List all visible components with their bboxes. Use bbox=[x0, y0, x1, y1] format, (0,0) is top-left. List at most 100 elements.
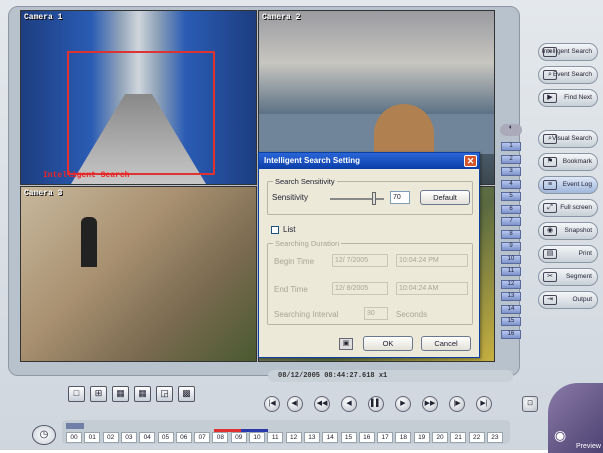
output-button[interactable]: ⇥ Output bbox=[538, 291, 598, 309]
interval-unit: Seconds bbox=[396, 310, 428, 319]
hour-label[interactable]: 11 bbox=[267, 432, 284, 443]
layout-6-button[interactable]: ◲ bbox=[156, 386, 173, 402]
camera-tab[interactable]: 10 bbox=[501, 254, 521, 264]
camera-select-icon[interactable]: ◐ bbox=[500, 124, 522, 136]
find-next-button[interactable]: ▶ Find Next bbox=[538, 89, 598, 107]
camera-tab[interactable]: 15 bbox=[501, 317, 521, 326]
camera-label: Camera 1 bbox=[24, 13, 63, 22]
hour-label[interactable]: 23 bbox=[486, 432, 503, 443]
segment-icon: ✂ bbox=[543, 272, 557, 282]
hour-label[interactable]: 17 bbox=[377, 432, 394, 443]
go-end-icon[interactable]: ▶| bbox=[476, 396, 492, 412]
search-region-box[interactable] bbox=[67, 51, 215, 175]
end-time-field[interactable]: 10:04:24 AM bbox=[396, 282, 468, 295]
hour-label[interactable]: 00 bbox=[66, 432, 82, 443]
camera-tab[interactable]: 16 bbox=[501, 329, 521, 339]
camera-tab[interactable]: 4 bbox=[501, 179, 521, 189]
full-screen-button[interactable]: ⤢ Full screen bbox=[538, 199, 598, 217]
hour-label[interactable]: 05 bbox=[157, 432, 174, 443]
timeline-cursor[interactable] bbox=[66, 423, 84, 429]
hour-label[interactable]: 21 bbox=[450, 432, 467, 443]
person-figure bbox=[81, 217, 97, 267]
hour-label[interactable]: 09 bbox=[230, 432, 247, 443]
begin-date-field[interactable]: 12/ 7/2005 bbox=[332, 254, 388, 267]
camera-tab[interactable]: 3 bbox=[501, 167, 521, 176]
camera-tab[interactable]: 2 bbox=[501, 154, 521, 164]
hour-label[interactable]: 14 bbox=[322, 432, 339, 443]
camera-tab[interactable]: 13 bbox=[501, 292, 521, 301]
event-search-button[interactable]: ⌕ Event Search bbox=[538, 66, 598, 84]
begin-time-field[interactable]: 10:04:24 PM bbox=[396, 254, 468, 267]
camera-tab[interactable]: 14 bbox=[501, 304, 521, 314]
segment-button[interactable]: ✂ Segment bbox=[538, 268, 598, 286]
rewind-icon[interactable]: ◀ bbox=[341, 396, 357, 412]
snapshot-button[interactable]: ◉ Snapshot bbox=[538, 222, 598, 240]
camera-view-1[interactable]: Camera 1 Intelligent Search bbox=[20, 10, 257, 185]
fast-forward-icon[interactable]: ▶▶ bbox=[422, 396, 438, 412]
hour-label[interactable]: 03 bbox=[120, 432, 137, 443]
sensitivity-value[interactable]: 70 bbox=[390, 191, 410, 204]
sensitivity-label: Sensitivity bbox=[272, 193, 309, 202]
event-log-button[interactable]: ≡ Event Log bbox=[538, 176, 598, 194]
hour-label[interactable]: 18 bbox=[395, 432, 412, 443]
hour-label[interactable]: 22 bbox=[468, 432, 485, 443]
hour-label[interactable]: 02 bbox=[102, 432, 119, 443]
hour-label[interactable]: 20 bbox=[432, 432, 448, 443]
layout-4-button[interactable]: ⊞ bbox=[90, 386, 107, 402]
hour-label[interactable]: 15 bbox=[340, 432, 357, 443]
camera-tab[interactable]: 11 bbox=[501, 267, 521, 276]
camera-tab[interactable]: 6 bbox=[501, 204, 521, 214]
default-button[interactable]: Default bbox=[420, 190, 470, 205]
camera-label: Camera 3 bbox=[24, 189, 63, 198]
duration-group: Searching Duration Begin Time 12/ 7/2005… bbox=[267, 239, 473, 325]
camera-tab[interactable]: 5 bbox=[501, 192, 521, 201]
play-icon[interactable]: ▶ bbox=[395, 396, 411, 412]
fast-rewind-icon[interactable]: ◀◀ bbox=[314, 396, 330, 412]
print-button[interactable]: ▤ Print bbox=[538, 245, 598, 263]
binoculars-icon: ⌕ bbox=[543, 47, 557, 57]
camera-tab[interactable]: 8 bbox=[501, 229, 521, 239]
preview-panel[interactable]: Preview ◉ bbox=[548, 383, 603, 453]
interval-field[interactable]: 30 bbox=[364, 307, 388, 320]
playback-status: 08/12/2005 08:44:27.618 x1 bbox=[268, 370, 513, 382]
visual-search-button[interactable]: ⌕ Visual Search bbox=[538, 130, 598, 148]
list-checkbox[interactable] bbox=[271, 226, 279, 234]
hour-label[interactable]: 08 bbox=[212, 432, 229, 443]
layout-13-button[interactable]: ▩ bbox=[178, 386, 195, 402]
clock-icon[interactable]: ◷ bbox=[32, 425, 56, 445]
end-date-field[interactable]: 12/ 8/2005 bbox=[332, 282, 388, 295]
hour-label[interactable]: 13 bbox=[303, 432, 320, 443]
hour-label[interactable]: 04 bbox=[139, 432, 156, 443]
hour-label[interactable]: 06 bbox=[175, 432, 192, 443]
camera-tab[interactable]: 9 bbox=[501, 242, 521, 251]
layout-1-button[interactable]: □ bbox=[68, 386, 85, 402]
layout-9-button[interactable]: ▦ bbox=[112, 386, 129, 402]
dialog-titlebar: Intelligent Search Setting ✕ bbox=[259, 153, 479, 169]
hour-label[interactable]: 01 bbox=[84, 432, 101, 443]
layout-16-button[interactable]: ▦ bbox=[134, 386, 151, 402]
hour-label[interactable]: 10 bbox=[249, 432, 265, 443]
go-begin-icon[interactable]: |◀ bbox=[264, 396, 280, 412]
slider-thumb[interactable] bbox=[372, 192, 376, 205]
bookmark-button[interactable]: ⚑ Bookmark bbox=[538, 153, 598, 171]
prev-frame-icon[interactable]: ◀| bbox=[287, 396, 303, 412]
ok-button[interactable]: OK bbox=[363, 336, 413, 351]
eye-icon: ◉ bbox=[554, 427, 567, 443]
cancel-button[interactable]: Cancel bbox=[421, 336, 471, 351]
camera-tab[interactable]: 7 bbox=[501, 217, 521, 226]
camera-tab[interactable]: 12 bbox=[501, 279, 521, 289]
hour-label[interactable]: 07 bbox=[194, 432, 211, 443]
timeline[interactable]: 00 01 02 03 04 05 06 07 08 09 10 11 12 13 14 15 16 17 18 19… bbox=[62, 420, 510, 444]
hour-label[interactable]: 19 bbox=[413, 432, 430, 443]
camera-view-3[interactable]: Camera 3 bbox=[20, 186, 257, 362]
camera-tab[interactable]: 1 bbox=[501, 142, 521, 151]
interval-label: Searching Interval bbox=[274, 310, 339, 319]
lock-icon[interactable]: ▣ bbox=[339, 338, 353, 350]
speed-icon[interactable]: ⊡ bbox=[522, 396, 538, 412]
pause-icon[interactable]: ▌▌ bbox=[368, 396, 384, 412]
hour-label[interactable]: 12 bbox=[285, 432, 302, 443]
next-frame-icon[interactable]: |▶ bbox=[449, 396, 465, 412]
close-icon[interactable]: ✕ bbox=[464, 155, 477, 167]
hour-label[interactable]: 16 bbox=[358, 432, 375, 443]
intelligent-search-button[interactable]: ⌕ Intelligent Search bbox=[538, 43, 598, 61]
